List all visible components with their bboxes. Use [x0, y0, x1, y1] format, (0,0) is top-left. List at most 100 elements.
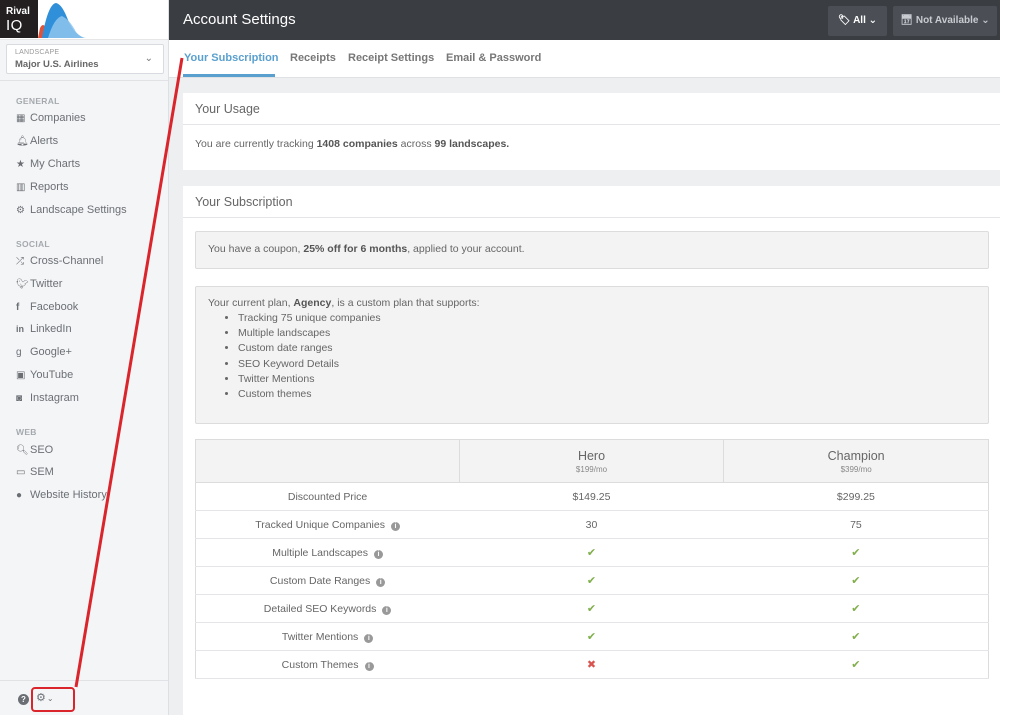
info-icon[interactable]: i	[390, 521, 400, 531]
info-icon[interactable]: i	[382, 605, 392, 615]
sidebar-item-cross-channel[interactable]: ⤮ Cross-Channel	[16, 253, 103, 269]
twitter-icon: 🐦︎	[16, 279, 29, 290]
plan-price: $199/mo	[575, 464, 608, 474]
plan-text: , is a custom plan that supports:	[331, 297, 480, 309]
app: Rival IQ LANDSCAPE Major U.S. Airlines ⌄…	[0, 0, 1024, 715]
plan-feature: Custom date ranges	[238, 341, 976, 356]
sidebar-item-sem[interactable]: ▭ SEM	[16, 464, 54, 480]
coupon-discount: 25% off for 6 months	[303, 243, 408, 255]
sidebar-item-label: SEM	[30, 466, 54, 478]
plan-name: Hero	[577, 448, 606, 463]
sidebar-footer: ? ⚙⌄	[0, 680, 168, 715]
settings-tabs: Your Subscription Receipts Receipt Setti…	[169, 40, 1000, 78]
table-row: Custom Date Ranges i ✔ ✔	[195, 566, 989, 595]
logo-wave-graphic	[38, 3, 86, 38]
linkedin-icon: in	[16, 324, 24, 334]
sidebar-item-youtube[interactable]: ▣ YouTube	[16, 367, 73, 383]
plan-feature: SEO Keyword Details	[238, 357, 976, 372]
date-range-button[interactable]: 📅︎ Not Available ⌄	[893, 6, 997, 36]
sidebar-item-google-plus[interactable]: g Google+	[16, 344, 72, 360]
sidebar-item-my-charts[interactable]: ★ My Charts	[16, 156, 80, 172]
coupon-text: You have a coupon,	[208, 243, 304, 255]
plan-value-cell: ✔	[723, 594, 989, 623]
check-icon: ✔	[586, 603, 597, 615]
sidebar-item-twitter[interactable]: 🐦︎Twitter	[16, 276, 62, 292]
feature-label: Custom Themes	[281, 658, 359, 671]
chevron-down-icon: ⌄	[144, 53, 153, 64]
sidebar-item-alerts[interactable]: 🔔︎Alerts	[16, 133, 58, 149]
feature-label: Discounted Price	[287, 490, 368, 503]
usage-panel-title: Your Usage	[183, 93, 1000, 125]
help-icon[interactable]: ?	[18, 694, 29, 705]
plan-value: $149.25	[572, 490, 611, 503]
sidebar-item-companies[interactable]: ▦ Companies	[16, 110, 86, 126]
sidebar-item-label: My Charts	[30, 158, 81, 170]
bar-chart-icon: ▥	[16, 182, 26, 193]
companies-count: 1408 companies	[316, 138, 398, 150]
sidebar-item-reports[interactable]: ▥ Reports	[16, 179, 69, 195]
plan-value: 30	[585, 518, 598, 531]
tab-receipts[interactable]: Receipts	[290, 52, 336, 64]
landscapes-count: 99 landscapes.	[434, 138, 510, 150]
logo-text-iq: IQ	[6, 17, 23, 34]
landscape-selector[interactable]: LANDSCAPE Major U.S. Airlines ⌄	[6, 44, 164, 74]
sidebar-item-seo[interactable]: 🔍︎SEO	[16, 442, 53, 458]
sidebar: Rival IQ LANDSCAPE Major U.S. Airlines ⌄…	[0, 0, 169, 715]
sidebar-item-label: Landscape Settings	[30, 204, 127, 216]
feature-label-cell: Custom Themes i	[195, 650, 460, 679]
plan-value-cell: ✔	[459, 622, 724, 651]
sidebar-item-label: Cross-Channel	[30, 255, 104, 267]
check-icon: ✔	[851, 631, 861, 643]
th-icon: ▦	[16, 113, 26, 124]
tab-email-password[interactable]: Email & Password	[446, 52, 541, 64]
table-row: Detailed SEO Keywords i ✔ ✔	[195, 594, 989, 623]
info-icon[interactable]: i	[376, 577, 386, 587]
usage-panel: Your Usage You are currently tracking 14…	[183, 93, 1000, 170]
landscape-value: Major U.S. Airlines	[15, 59, 99, 70]
sidebar-item-label: SEO	[30, 444, 54, 456]
tag-filter-button[interactable]: 🏷︎ All ⌄	[828, 6, 887, 36]
sidebar-item-label: Reports	[30, 181, 69, 193]
annotation-highlight-box	[31, 687, 75, 712]
check-icon: ✔	[851, 603, 861, 615]
plan-header-champion: Champion $399/mo	[723, 439, 989, 483]
plan-value-cell: ✔	[723, 622, 989, 651]
sidebar-item-label: YouTube	[30, 369, 74, 381]
feature-label: Multiple Landscapes	[272, 546, 368, 559]
logo-bar: Rival IQ	[0, 0, 168, 40]
youtube-icon: ▣	[16, 370, 26, 381]
search-icon: 🔍︎	[16, 445, 29, 456]
calendar-icon: 📅︎	[900, 15, 914, 26]
sidebar-item-label: Companies	[30, 112, 86, 124]
feature-label: Custom Date Ranges	[269, 574, 371, 587]
info-icon[interactable]: i	[364, 661, 374, 671]
date-range-label: Not Available	[915, 15, 979, 26]
plan-feature: Multiple landscapes	[238, 326, 976, 341]
info-icon[interactable]: i	[364, 633, 374, 643]
info-icon[interactable]: i	[373, 549, 383, 559]
sidebar-item-website-history[interactable]: ● Website History	[16, 487, 107, 503]
logo-text-rival: Rival	[6, 6, 30, 17]
plan-value-cell: ✔	[459, 566, 724, 595]
sidebar-item-label: Google+	[30, 346, 72, 358]
sidebar-item-label: Instagram	[30, 392, 79, 404]
sidebar-item-linkedin[interactable]: in LinkedIn	[16, 321, 72, 337]
usage-text: You are currently tracking	[195, 138, 317, 150]
divider	[0, 80, 168, 81]
plan-header-hero: Hero $199/mo	[458, 439, 725, 483]
sidebar-item-facebook[interactable]: f Facebook	[16, 299, 78, 315]
coupon-notice: You have a coupon, 25% off for 6 months,…	[195, 231, 989, 269]
comparison-rows: Discounted Price $149.25 $299.25 Tracked Un…	[195, 482, 989, 679]
feature-label: Twitter Mentions	[281, 630, 359, 643]
tab-receipt-settings[interactable]: Receipt Settings	[348, 52, 434, 64]
table-row: Tracked Unique Companies i 30 75	[195, 510, 989, 539]
plan-value-cell: ✔	[459, 594, 724, 623]
tab-your-subscription[interactable]: Your Subscription	[184, 52, 279, 64]
sidebar-item-landscape-settings[interactable]: ⚙ Landscape Settings	[16, 202, 127, 218]
plan-value: 75	[850, 518, 862, 531]
rival-iq-logo[interactable]: Rival IQ	[0, 0, 38, 38]
nav-section-web: WEB	[16, 427, 37, 437]
table-header-empty	[195, 439, 460, 483]
sidebar-item-instagram[interactable]: ◙ Instagram	[16, 390, 79, 406]
sidebar-item-label: LinkedIn	[30, 323, 72, 335]
